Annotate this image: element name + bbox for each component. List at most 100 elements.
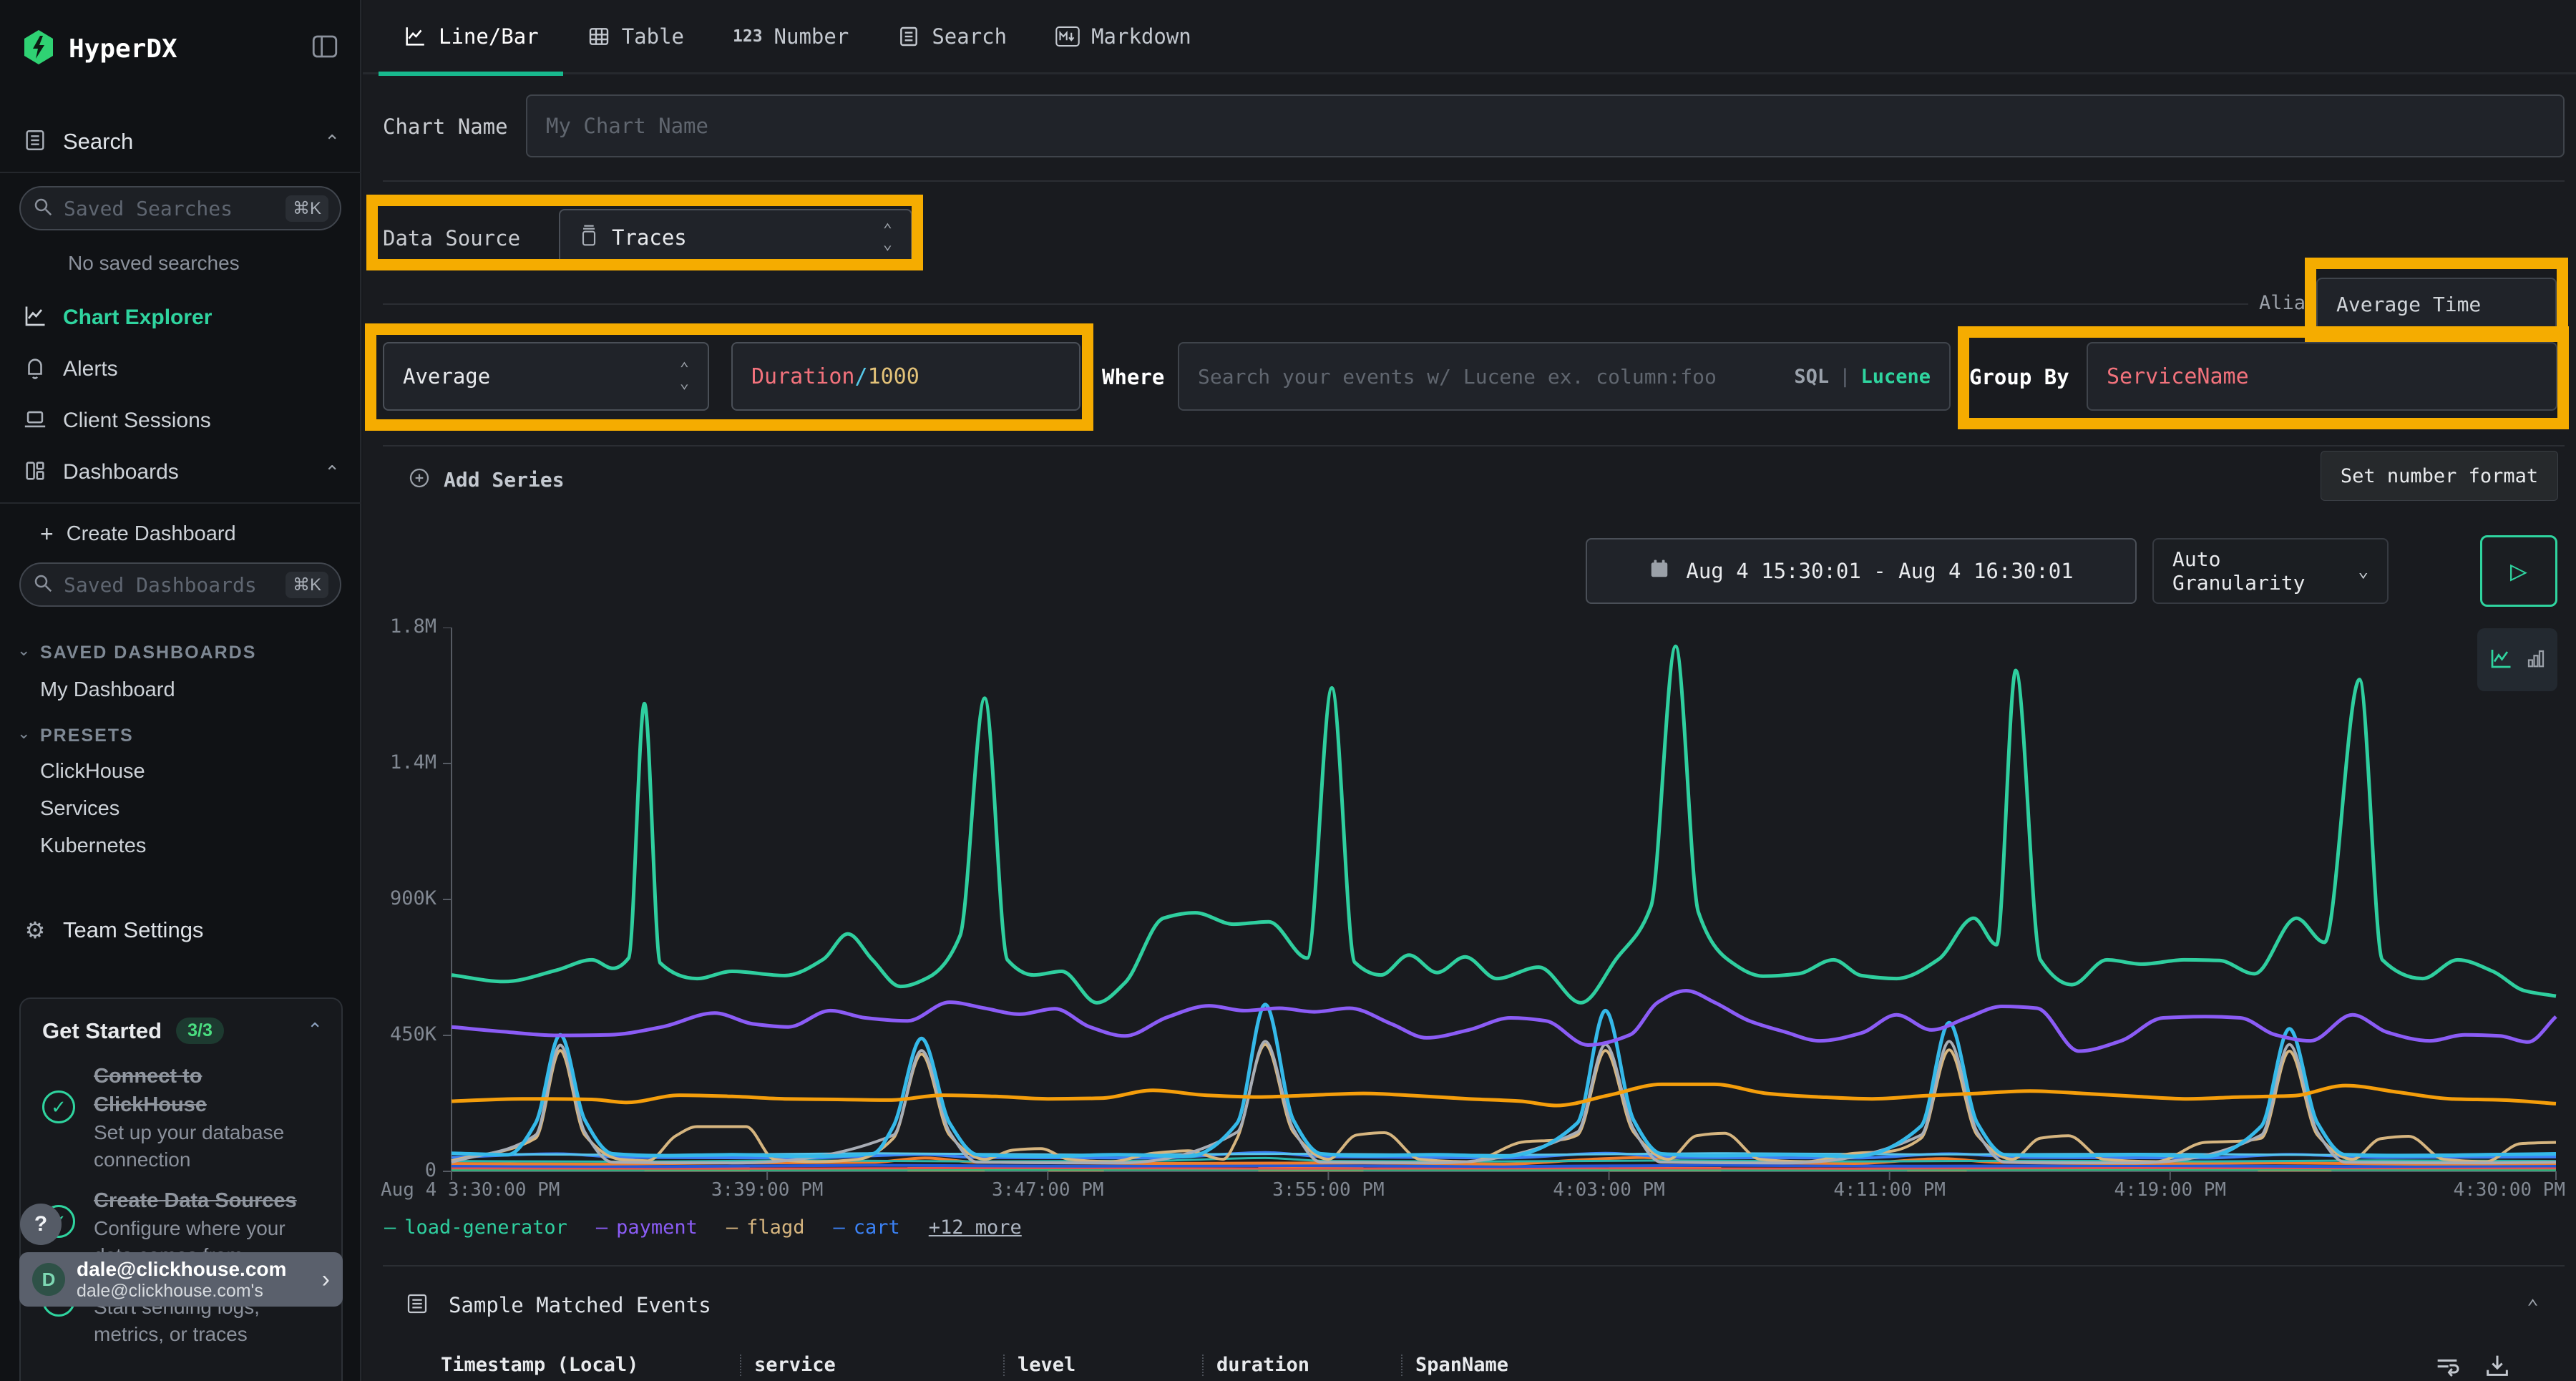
sidebar-item-alerts[interactable]: Alerts bbox=[0, 346, 361, 392]
saved-dashboards-input[interactable]: Saved Dashboards ⌘K bbox=[19, 562, 341, 607]
gear-icon: ⚙ bbox=[21, 917, 49, 944]
field-expression-input[interactable]: Duration/1000 bbox=[731, 342, 1080, 411]
main-panel: Line/Bar Table 123 Number Search Markdow… bbox=[363, 0, 2576, 1381]
sidebar-item-client-sessions[interactable]: Client Sessions bbox=[0, 398, 361, 444]
sidebar-item-clickhouse[interactable]: ClickHouse bbox=[40, 760, 145, 784]
chevron-up-icon: ⌃ bbox=[324, 131, 340, 153]
column-header[interactable]: duration bbox=[1216, 1354, 1388, 1376]
chart-svg[interactable] bbox=[422, 628, 2565, 1194]
dashboards-icon bbox=[21, 459, 49, 487]
check-circle-icon: ✓ bbox=[42, 1090, 75, 1123]
legend-item[interactable]: —load-generator bbox=[384, 1216, 567, 1239]
create-dashboard-button[interactable]: + Create Dashboard bbox=[40, 521, 236, 547]
chart-name-label: Chart Name bbox=[383, 114, 508, 139]
series-orange-main bbox=[452, 1084, 2556, 1106]
collapse-sidebar-icon[interactable] bbox=[310, 31, 340, 65]
get-started-title: Get Started bbox=[42, 1018, 162, 1044]
saved-dashboards-section-title[interactable]: SAVED DASHBOARDS bbox=[40, 643, 256, 663]
x-axis-labels: Aug 4 3:30:00 PM3:39:00 PM3:47:00 PM3:55… bbox=[379, 1179, 2570, 1208]
lucene-toggle[interactable]: Lucene bbox=[1860, 366, 1931, 388]
tab-markdown[interactable]: Markdown bbox=[1031, 0, 1216, 74]
granularity-select[interactable]: Auto Granularity ⌄ bbox=[2152, 538, 2389, 604]
tab-table[interactable]: Table bbox=[563, 0, 708, 74]
set-number-format-button[interactable]: Set number format bbox=[2321, 451, 2558, 501]
sidebar-search-label: Search bbox=[63, 129, 133, 155]
data-source-select[interactable]: Traces ⌃⌄ bbox=[559, 209, 912, 266]
sidebar-item-label: Alerts bbox=[63, 357, 118, 381]
sidebar-item-dashboards[interactable]: Dashboards ⌃ bbox=[0, 449, 361, 495]
search-icon bbox=[32, 196, 54, 221]
legend-item[interactable]: —cart bbox=[833, 1216, 899, 1239]
user-menu[interactable]: D dale@clickhouse.com dale@clickhouse.co… bbox=[19, 1252, 343, 1307]
column-header[interactable]: SpanName bbox=[1415, 1354, 1508, 1376]
column-header[interactable]: Timestamp (Local) bbox=[441, 1354, 727, 1376]
list-icon bbox=[406, 1292, 429, 1318]
chart-legend: —load-generator —payment —flagd —cart +12 mo… bbox=[384, 1216, 1022, 1239]
download-icon[interactable] bbox=[2483, 1351, 2512, 1381]
time-range-picker[interactable]: Aug 4 15:30:01 - Aug 4 16:30:01 bbox=[1586, 538, 2137, 604]
chart-type-tabbar: Line/Bar Table 123 Number Search Markdow… bbox=[363, 0, 2576, 74]
collapse-section-icon[interactable]: ⌃ bbox=[2527, 1295, 2539, 1319]
saved-searches-input[interactable]: Saved Searches ⌘K bbox=[19, 186, 341, 230]
chevron-down-icon: ⌄ bbox=[2358, 561, 2368, 581]
granularity-value: Auto Granularity bbox=[2172, 547, 2358, 595]
plus-icon: + bbox=[40, 521, 54, 547]
sidebar-item-label: Chart Explorer bbox=[63, 306, 212, 330]
legend-item[interactable]: —payment bbox=[596, 1216, 698, 1239]
tab-line-bar[interactable]: Line/Bar bbox=[379, 0, 563, 74]
sidebar-item-label: Client Sessions bbox=[63, 409, 211, 433]
data-source-label: Data Source bbox=[383, 226, 520, 250]
legend-more-link[interactable]: +12 more bbox=[929, 1216, 1022, 1239]
aggregation-select[interactable]: Average ⌃⌄ bbox=[383, 342, 709, 411]
plus-circle-icon bbox=[408, 467, 431, 492]
y-axis-labels: 1.8M1.4M900K450K0 bbox=[308, 616, 436, 1183]
chevron-down-icon[interactable]: ⌄ bbox=[17, 641, 30, 660]
column-header[interactable]: level bbox=[1018, 1354, 1189, 1376]
series-load-generator bbox=[452, 646, 2556, 1002]
sidebar-item-label: Dashboards bbox=[63, 460, 179, 484]
column-resize-handle[interactable] bbox=[740, 1355, 741, 1376]
add-series-button[interactable]: Add Series bbox=[408, 467, 565, 492]
column-resize-handle[interactable] bbox=[1401, 1355, 1402, 1376]
team-settings-label: Team Settings bbox=[63, 917, 203, 943]
sidebar-item-my-dashboard[interactable]: My Dashboard bbox=[40, 678, 175, 702]
group-by-input[interactable]: ServiceName bbox=[2087, 342, 2557, 411]
time-range-value: Aug 4 15:30:01 - Aug 4 16:30:01 bbox=[1686, 559, 2073, 583]
hyperdx-app: HyperDX Search ⌃ Saved Searches ⌘K No sa… bbox=[0, 0, 2576, 1381]
column-header[interactable]: service bbox=[754, 1354, 990, 1376]
tab-number[interactable]: 123 Number bbox=[708, 0, 873, 74]
sql-toggle[interactable]: SQL bbox=[1794, 366, 1829, 388]
help-button[interactable]: ? bbox=[20, 1204, 62, 1245]
sidebar-item-services[interactable]: Services bbox=[40, 797, 119, 821]
alias-input[interactable]: Average Time bbox=[2316, 278, 2557, 331]
chart-name-input[interactable]: My Chart Name bbox=[526, 94, 2565, 157]
chevron-down-icon[interactable]: ⌄ bbox=[17, 724, 30, 743]
column-resize-handle[interactable] bbox=[1003, 1355, 1005, 1376]
wrap-lines-icon[interactable] bbox=[2433, 1351, 2462, 1381]
sample-events-header[interactable]: Sample Matched Events bbox=[406, 1292, 711, 1318]
chart-line-icon bbox=[21, 303, 49, 333]
sidebar-section-search[interactable]: Search ⌃ bbox=[0, 119, 361, 165]
get-started-item[interactable]: Connect to ClickHouse Set up your databa… bbox=[94, 1062, 323, 1173]
logo[interactable]: HyperDX bbox=[21, 29, 177, 69]
select-updown-icon: ⌃⌄ bbox=[680, 362, 689, 391]
sidebar-item-kubernetes[interactable]: Kubernetes bbox=[40, 834, 146, 858]
app-title: HyperDX bbox=[69, 34, 177, 64]
database-icon bbox=[579, 224, 599, 252]
where-search-input[interactable]: Search your events w/ Lucene ex. column:… bbox=[1178, 342, 1951, 411]
where-label: Where bbox=[1102, 365, 1164, 389]
shortcut-badge: ⌘K bbox=[286, 572, 328, 598]
series-payment bbox=[452, 991, 2556, 1052]
legend-item[interactable]: —flagd bbox=[726, 1216, 805, 1239]
presets-section-title[interactable]: PRESETS bbox=[40, 726, 134, 746]
chevron-up-icon: ⌃ bbox=[324, 462, 340, 484]
no-saved-searches-text: No saved searches bbox=[68, 252, 240, 275]
hyperdx-logo-icon bbox=[21, 29, 56, 69]
shortcut-badge: ⌘K bbox=[286, 195, 328, 222]
run-query-button[interactable]: ▷ bbox=[2480, 535, 2557, 607]
sidebar-item-chart-explorer[interactable]: Chart Explorer bbox=[0, 295, 361, 341]
tab-search[interactable]: Search bbox=[873, 0, 1031, 74]
saved-searches-placeholder: Saved Searches bbox=[64, 197, 233, 220]
number-token: 1000 bbox=[868, 364, 919, 389]
column-resize-handle[interactable] bbox=[1202, 1355, 1204, 1376]
